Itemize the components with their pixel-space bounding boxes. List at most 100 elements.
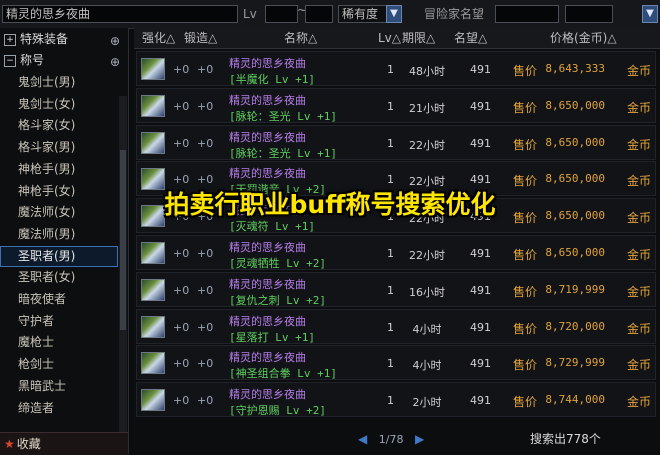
skill-tag: [半魔化 Lv +1] (229, 73, 315, 86)
table-row[interactable]: +0 +0 精灵的思乡夜曲 [脉轮：圣光 Lv +1] 1 22小时 491 售价 8,650,… (136, 124, 656, 160)
table-row[interactable]: +0 +0 精灵的思乡夜曲 [灵魂牺牲 Lv +2] 1 22小时 491 售价 8,650,0… (136, 235, 656, 270)
sort-reputation[interactable]: 名望△ (454, 28, 487, 48)
forge-value: +0 (197, 357, 214, 371)
search-bar: 精灵的思乡夜曲 Lv ~ 稀有度 ▼ 冒险家名望 ~ ▼ (0, 0, 660, 29)
item-level: 1 (387, 357, 394, 371)
table-row[interactable]: +0 +0 精灵的思乡夜曲 [星落打 Lv +1] 1 4小时 491 售价 8,720,000… (136, 308, 656, 344)
forge-value: +0 (197, 99, 214, 113)
table-row[interactable]: +0 +0 精灵的思乡夜曲 [复仇之刺 Lv +2] 1 16小时 491 售价 8,719,9… (136, 271, 656, 307)
currency-label: 金币 (626, 64, 651, 78)
time-remaining: 4小时 (412, 359, 442, 373)
sell-label: 售价 (513, 137, 538, 152)
sidebar-scrollbar[interactable] (119, 96, 127, 446)
enhance-value: +0 (173, 99, 190, 113)
sell-label: 售价 (513, 321, 538, 336)
enhance-value: +0 (173, 320, 190, 334)
enhance-value: +0 (173, 63, 190, 76)
sidebar-item[interactable]: 圣职者(男) (0, 245, 118, 267)
table-row[interactable]: +0 +0 精灵的思乡夜曲 [守护恩赐 Lv +2] 1 2小时 491 售价 8,744,00… (136, 382, 656, 418)
price-value: 8,744,000 (545, 393, 605, 407)
table-header: 强化△ 锻造△ 名称△ Lv△ 期限△ 名望△ 价格(金币)△ (134, 28, 660, 49)
sort-level[interactable]: Lv△ (378, 28, 401, 48)
reputation-value: 491 (470, 283, 491, 297)
item-level: 1 (387, 394, 394, 408)
sidebar-item[interactable]: 守护者 (0, 311, 118, 332)
time-remaining: 21小时 (409, 101, 445, 115)
favorites-tab[interactable]: ★ 收藏 (0, 432, 128, 455)
skill-tag: [脉轮：圣光 Lv +1] (229, 146, 337, 160)
item-search-input[interactable]: 精灵的思乡夜曲 (2, 5, 238, 23)
sidebar-item[interactable]: 暗夜使者 (0, 289, 118, 310)
reputation-value: 491 (470, 136, 491, 150)
level-max-input[interactable] (305, 5, 333, 23)
item-level: 1 (387, 136, 394, 150)
table-row[interactable]: +0 +0 精灵的思乡夜曲 [神圣组合拳 Lv +1] 1 4小时 491 售价 8,729,9… (136, 345, 656, 381)
search-icon[interactable]: ⊕ (110, 31, 120, 51)
reputation-value: 491 (470, 320, 491, 334)
forge-value: +0 (197, 320, 214, 334)
sidebar-item[interactable]: 圣职者(女) (0, 267, 118, 288)
sell-label: 售价 (513, 358, 538, 373)
time-remaining: 22小时 (409, 138, 445, 152)
sidebar-item[interactable]: 黑暗武士 (0, 376, 118, 397)
sidebar-item[interactable]: 神枪手(男) (0, 159, 118, 180)
result-count: 搜索出778个 (530, 432, 601, 446)
item-name: 精灵的思乡夜曲 (229, 167, 306, 181)
search-options-arrow[interactable]: ▼ (642, 5, 658, 23)
favorites-label: 收藏 (16, 437, 41, 451)
prev-page-icon[interactable]: ◀ (358, 430, 367, 448)
item-icon (141, 352, 165, 375)
skill-tag: [灵魂牺牲 Lv +2] (229, 257, 326, 270)
search-icon[interactable]: ⊕ (110, 52, 120, 72)
next-page-icon[interactable]: ▶ (415, 430, 424, 448)
sort-forge[interactable]: 锻造△ (184, 28, 217, 48)
price-value: 8,650,000 (545, 246, 605, 259)
sort-name[interactable]: 名称△ (284, 28, 317, 48)
table-row[interactable]: +0 +0 精灵的思乡夜曲 [半魔化 Lv +1] 1 48小时 491 售价 8,643,33… (136, 51, 656, 86)
sidebar-item[interactable]: 格斗家(男) (0, 137, 118, 158)
item-name: 精灵的思乡夜曲 (229, 314, 306, 328)
sidebar-item[interactable]: 枪剑士 (0, 354, 118, 375)
forge-value: +0 (197, 283, 214, 297)
sidebar-item[interactable]: 鬼剑士(女) (0, 94, 118, 115)
sidebar-item[interactable]: 缔造者 (0, 398, 118, 419)
table-row[interactable]: +0 +0 精灵的思乡夜曲 [脉轮：圣光 Lv +1] 1 21小时 491 售价 8,650,… (136, 87, 656, 123)
scrollbar-thumb[interactable] (120, 150, 126, 330)
item-level: 1 (387, 247, 394, 260)
currency-label: 金币 (626, 137, 651, 152)
reputation-value: 491 (470, 357, 491, 371)
category-title[interactable]: − 称号 ⊕ (2, 50, 126, 70)
reputation-value: 491 (470, 99, 491, 113)
item-icon (141, 278, 165, 301)
expand-icon: + (4, 33, 16, 46)
category-special-equipment[interactable]: + 特殊装备 ⊕ (2, 29, 126, 49)
star-icon: ★ (4, 437, 15, 451)
skill-tag: [守护恩赐 Lv +2] (229, 404, 326, 418)
currency-label: 金币 (626, 321, 651, 336)
collapse-icon: − (4, 54, 16, 67)
item-name: 精灵的思乡夜曲 (229, 93, 306, 107)
sort-enhance[interactable]: 强化△ (142, 28, 175, 48)
item-level: 1 (387, 99, 394, 113)
price-value: 8,729,999 (545, 356, 605, 370)
currency-label: 金币 (626, 284, 651, 299)
rarity-dropdown-arrow[interactable]: ▼ (386, 5, 402, 23)
sort-duration[interactable]: 期限△ (402, 28, 435, 48)
item-name: 精灵的思乡夜曲 (229, 388, 306, 402)
category-label: 特殊装备 (20, 32, 69, 46)
enhance-value: +0 (173, 247, 190, 260)
currency-label: 金币 (626, 100, 651, 115)
reputation-min-input[interactable] (495, 5, 559, 23)
sort-price[interactable]: 价格(金币)△ (550, 28, 617, 48)
sidebar-item[interactable]: 魔法师(男) (0, 224, 118, 245)
reputation-value: 491 (470, 63, 491, 76)
results-panel: 强化△ 锻造△ 名称△ Lv△ 期限△ 名望△ 价格(金币)△ +0 +0 精灵的思… (134, 28, 660, 454)
item-icon (141, 58, 165, 80)
reputation-max-input[interactable] (565, 5, 613, 23)
sidebar-item[interactable]: 格斗家(女) (0, 115, 118, 136)
level-min-input[interactable] (265, 5, 298, 23)
item-icon (141, 242, 165, 264)
sidebar-item[interactable]: 鬼剑士(男) (0, 72, 118, 93)
sidebar-item[interactable]: 魔枪士 (0, 332, 118, 353)
reputation-label: 冒险家名望 (424, 7, 485, 21)
